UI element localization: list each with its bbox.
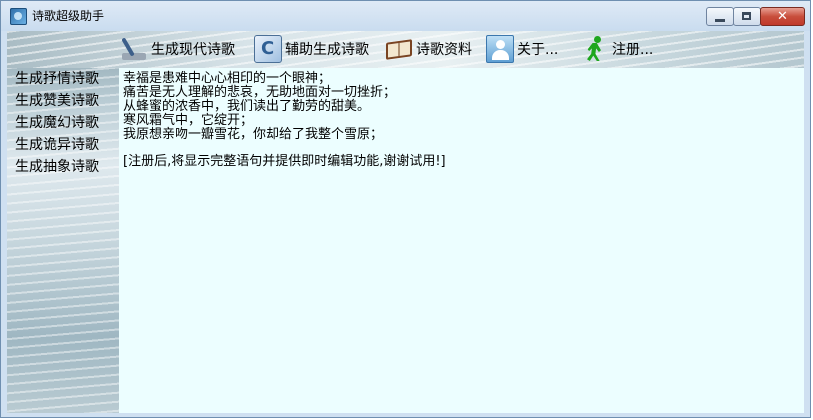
toolbar-label: 生成现代诗歌: [151, 42, 235, 58]
toolbar-label: 诗歌资料: [416, 42, 472, 58]
toolbar-poetry-data-button[interactable]: 诗歌资料: [385, 34, 472, 64]
sidebar-item-magic[interactable]: 生成魔幻诗歌: [9, 112, 119, 134]
sidebar-item-abstract[interactable]: 生成抽象诗歌: [9, 156, 119, 178]
toolbar: 生成现代诗歌 辅助生成诗歌 诗歌资料 关于... 注册...: [7, 31, 804, 68]
window-controls: ✕: [706, 7, 805, 26]
close-button[interactable]: ✕: [760, 7, 805, 26]
minimize-button[interactable]: [706, 7, 734, 26]
close-icon: ✕: [777, 9, 788, 24]
trial-notice: [注册后,将显示完整语句并提供即时编辑功能,谢谢试用!]: [123, 154, 446, 169]
book-icon: [385, 35, 413, 63]
assist-icon: [254, 35, 282, 63]
toolbar-about-button[interactable]: 关于...: [486, 34, 558, 64]
sidebar-item-praise[interactable]: 生成赞美诗歌: [9, 90, 119, 112]
runner-icon: [581, 35, 609, 63]
sidebar: 生成抒情诗歌 生成赞美诗歌 生成魔幻诗歌 生成诡异诗歌 生成抽象诗歌: [9, 68, 119, 178]
pen-icon: [120, 35, 148, 63]
poem-line: 我原想亲吻一瓣雪花，你却给了我整个雪原；: [123, 127, 384, 142]
client-area: 生成现代诗歌 辅助生成诗歌 诗歌资料 关于... 注册... 生成抒情诗歌 生成…: [7, 31, 804, 413]
poem-line: 寒风霜气中，它绽开；: [123, 113, 254, 128]
user-icon: [486, 35, 514, 63]
sidebar-item-lyric[interactable]: 生成抒情诗歌: [9, 68, 119, 90]
window-title: 诗歌超级助手: [32, 9, 105, 23]
poem-output-area[interactable]: 幸福是患难中心心相印的一个眼神； 痛苦是无人理解的悲哀，无助地面对一切挫折； 从…: [119, 68, 804, 413]
toolbar-label: 关于...: [517, 42, 559, 58]
app-icon: [10, 8, 27, 25]
toolbar-generate-modern-button[interactable]: 生成现代诗歌: [120, 34, 235, 64]
toolbar-label: 辅助生成诗歌: [285, 42, 369, 58]
maximize-button[interactable]: [733, 7, 761, 26]
poem-line: 从蜂蜜的浓香中，我们读出了勤劳的甜美。: [123, 99, 371, 114]
toolbar-assist-generate-button[interactable]: 辅助生成诗歌: [254, 34, 369, 64]
poem-line: 痛苦是无人理解的悲哀，无助地面对一切挫折；: [123, 85, 397, 100]
maximize-icon: [742, 12, 751, 20]
poem-text: 幸福是患难中心心相印的一个眼神； 痛苦是无人理解的悲哀，无助地面对一切挫折； 从…: [123, 72, 446, 169]
minimize-icon: [715, 19, 725, 22]
toolbar-register-button[interactable]: 注册...: [581, 34, 653, 64]
title-bar[interactable]: 诗歌超级助手 ✕: [1, 1, 810, 31]
app-window: 诗歌超级助手 ✕ 生成现代诗歌 辅助生成诗歌 诗歌资料 关于...: [0, 0, 811, 418]
poem-line: 幸福是患难中心心相印的一个眼神；: [123, 71, 332, 86]
toolbar-label: 注册...: [612, 42, 654, 58]
sidebar-item-weird[interactable]: 生成诡异诗歌: [9, 134, 119, 156]
